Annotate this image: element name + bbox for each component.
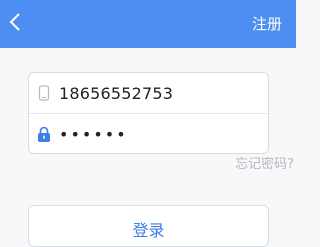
forgot-password-link[interactable]: 忘记密码? bbox=[235, 156, 294, 174]
phone-row bbox=[29, 73, 268, 113]
password-row bbox=[29, 114, 268, 153]
register-link[interactable]: 注册 bbox=[252, 14, 282, 34]
chevron-left-icon bbox=[9, 12, 21, 36]
back-button[interactable] bbox=[4, 10, 26, 38]
phone-input[interactable] bbox=[59, 73, 255, 113]
password-input[interactable] bbox=[59, 114, 255, 153]
lock-icon bbox=[29, 114, 59, 153]
top-bar: 注册 bbox=[0, 0, 296, 48]
phone-icon bbox=[29, 73, 59, 113]
login-form-card bbox=[28, 72, 269, 154]
login-button[interactable]: 登录 bbox=[28, 205, 269, 247]
